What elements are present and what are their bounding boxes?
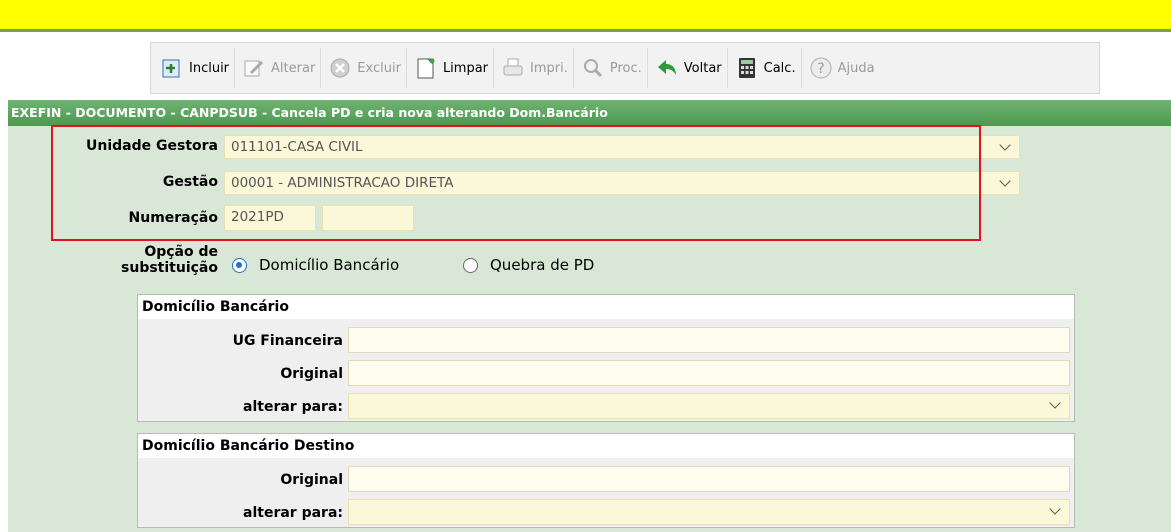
ug-financeira-label: UG Financeira [232,333,343,349]
alterar-para-label: alterar para: [243,399,343,415]
radio-checked-icon [232,257,247,273]
destino-original-label: Original [280,472,343,488]
destino-original-input[interactable] [348,466,1070,492]
svg-text:?: ? [817,61,824,77]
page-title: EXEFIN - DOCUMENTO - CANPDSUB - Cancela … [8,100,1171,126]
numeracao-label: Numeração [128,210,218,226]
radio-domicilio-bancario[interactable]: Domicílio Bancário [232,256,399,274]
limpar-button[interactable]: Limpar [407,47,493,89]
radio-unchecked-icon [463,257,478,273]
unidade-gestora-value: 011101-CASA CIVIL [231,139,363,155]
delete-icon [326,54,354,82]
calculator-icon [733,54,761,82]
numeracao-number-input[interactable] [322,205,414,231]
gestao-value: 00001 - ADMINISTRACAO DIRETA [231,175,454,191]
gestao-label: Gestão [162,174,218,190]
search-icon [579,54,607,82]
back-arrow-icon [653,54,681,82]
limpar-label: Limpar [442,60,489,76]
ajuda-button[interactable]: ? Ajuda [802,47,880,89]
opcao-substituicao-label: Opção de substituição [60,244,218,276]
procurar-button[interactable]: Proc. [574,47,647,89]
help-icon: ? [807,54,835,82]
incluir-button[interactable]: Incluir [153,47,234,89]
imprimir-label: Impri. [530,60,568,76]
imprimir-button[interactable]: Impri. [494,47,573,89]
edit-icon [240,54,268,82]
calc-label: Calc. [763,60,796,76]
unidade-gestora-label: Unidade Gestora [86,138,218,154]
excluir-button[interactable]: Excluir [321,47,406,89]
ajuda-label: Ajuda [837,60,875,76]
print-icon [499,54,527,82]
chevron-down-icon [999,139,1011,151]
radio-quebra-pd[interactable]: Quebra de PD [463,256,594,274]
destino-alterar-para-label: alterar para: [243,505,343,521]
chevron-down-icon [1049,503,1061,515]
alterar-button[interactable]: Alterar [235,47,320,89]
ug-financeira-input[interactable] [348,327,1070,353]
alterar-para-select[interactable] [348,393,1070,419]
gestao-select[interactable]: 00001 - ADMINISTRACAO DIRETA [224,171,1020,195]
excluir-label: Excluir [357,60,401,76]
numeracao-prefix-value: 2021PD [231,209,284,225]
alterar-label: Alterar [271,60,316,76]
radio-domicilio-label: Domicílio Bancário [259,256,400,274]
voltar-label: Voltar [683,60,722,76]
domicilio-bancario-header: Domicílio Bancário [138,295,1074,319]
original-input[interactable] [348,360,1070,386]
radio-quebra-label: Quebra de PD [490,256,595,274]
opcao-label-line-1: Opção de [144,244,218,260]
numeracao-prefix-field[interactable]: 2021PD [224,205,316,231]
voltar-button[interactable]: Voltar [648,47,727,89]
unidade-gestora-select[interactable]: 011101-CASA CIVIL [224,135,1020,159]
chevron-down-icon [999,175,1011,187]
incluir-label: Incluir [189,60,230,76]
opcao-label-line-2: substituição [121,260,218,276]
toolbar: Incluir Alterar Excluir Limpar Impri. Pr… [150,42,1100,94]
clear-document-icon [412,54,440,82]
procurar-label: Proc. [609,60,642,76]
chevron-down-icon [1049,397,1061,409]
destino-alterar-para-select[interactable] [348,499,1070,525]
original-label: Original [280,366,343,382]
calc-button[interactable]: Calc. [728,47,801,89]
domicilio-destino-header: Domicílio Bancário Destino [138,434,1074,458]
top-banner [0,0,1171,32]
add-document-icon [158,54,186,82]
